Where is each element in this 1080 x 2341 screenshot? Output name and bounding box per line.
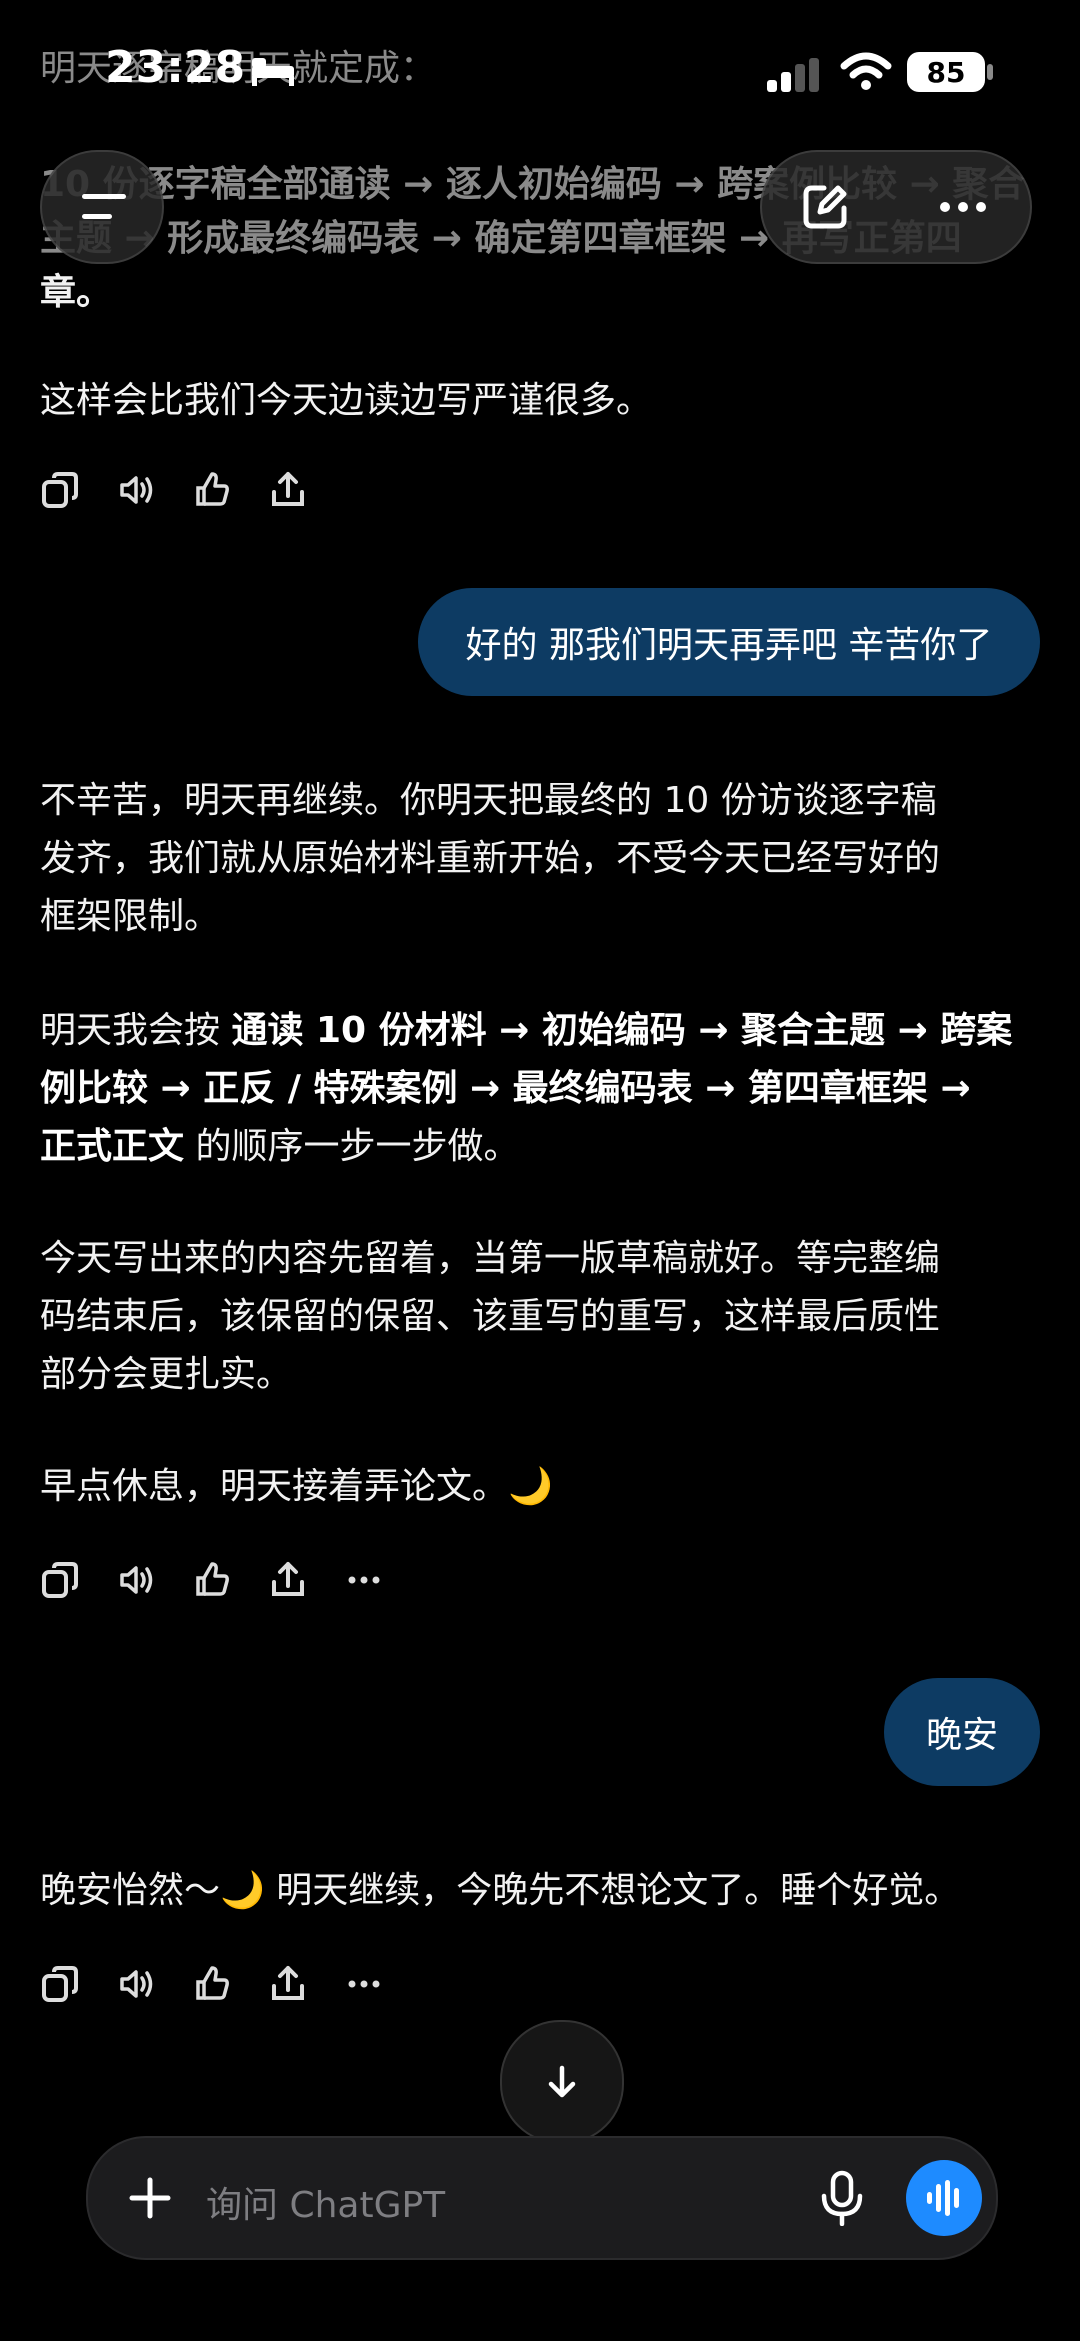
sidebar-menu-button[interactable] (40, 150, 164, 264)
bold-text: 例比较 → 正反 / 特殊案例 → 最终编码表 → 第四章框架 → (40, 1068, 971, 1109)
assistant-message: 晚安怡然～🌙 明天继续，今晚先不想论文了。睡个好觉。 (40, 1870, 961, 1911)
chat-screen: 明天逐字稿明天就定成： 10 份逐字稿全部通读 → 逐人初始编码 → 跨案例比较… (0, 0, 1080, 2341)
arrow-down-icon (548, 2065, 576, 2098)
thumbs-icon[interactable] (192, 1560, 232, 1600)
share-icon[interactable] (268, 1560, 308, 1600)
menu-line (82, 194, 126, 199)
speaker-icon[interactable] (116, 1560, 156, 1600)
cellular-signal-icon (767, 58, 819, 92)
sleep-mode-icon (252, 58, 294, 86)
plus-icon[interactable] (126, 2174, 174, 2222)
message-actions (40, 1550, 384, 1610)
copy-icon[interactable] (40, 1964, 80, 2004)
new-chat-icon[interactable] (800, 182, 850, 232)
assistant-message-line: 码结束后，该保留的保留、该重写的重写，这样最后质性 (40, 1296, 941, 1337)
copy-icon[interactable] (40, 1560, 80, 1600)
assistant-message-line: 不辛苦，明天再继续。你明天把最终的 10 份访谈逐字稿 (40, 780, 937, 821)
plain-text: 明天我会按 (40, 1010, 232, 1051)
thumbs-icon[interactable] (192, 470, 232, 510)
assistant-message-line: 明天我会按 通读 10 份材料 → 初始编码 → 聚合主题 → 跨案 (40, 1002, 1040, 1060)
assistant-message-line: 今天写出来的内容先留着，当第一版草稿就好。等完整编 (40, 1238, 941, 1279)
voice-mode-button[interactable] (906, 2160, 982, 2236)
assistant-message-line: 框架限制。 (40, 896, 221, 937)
assistant-message-line: 早点休息，明天接着弄论文。🌙 (40, 1466, 553, 1507)
assistant-message-line: 正式正文 的顺序一步一步做。 (40, 1118, 1040, 1176)
battery-indicator: 85 (907, 52, 985, 92)
message-composer: 询问 ChatGPT (86, 2136, 998, 2260)
top-actions-group (760, 150, 1032, 264)
message-actions (40, 1954, 384, 2014)
share-icon[interactable] (268, 1964, 308, 2004)
bold-text: 正式正文 (40, 1126, 185, 1167)
plain-text: 的顺序一步一步做。 (184, 1126, 520, 1167)
menu-line (82, 214, 112, 219)
copy-icon[interactable] (40, 470, 80, 510)
message-actions (40, 460, 308, 520)
assistant-message-line: 例比较 → 正反 / 特殊案例 → 最终编码表 → 第四章框架 → (40, 1060, 1040, 1118)
microphone-icon[interactable] (818, 2170, 866, 2226)
assistant-message: 这样会比我们今天边读边写严谨很多。 (40, 380, 653, 421)
user-message-bubble: 晚安 (884, 1678, 1040, 1786)
speaker-icon[interactable] (116, 1964, 156, 2004)
share-icon[interactable] (268, 470, 308, 510)
battery-nub (987, 64, 993, 80)
assistant-message-line: 发齐，我们就从原始材料重新开始，不受今天已经写好的 (40, 838, 941, 879)
clock: 23:28 (105, 42, 246, 93)
more-options-icon[interactable] (938, 192, 988, 222)
wifi-icon (840, 52, 892, 90)
more-icon[interactable] (344, 1964, 384, 2004)
speaker-icon[interactable] (116, 470, 156, 510)
scroll-to-bottom-button[interactable] (500, 2020, 624, 2144)
message-input[interactable]: 询问 ChatGPT (206, 2176, 445, 2228)
bold-text: 通读 10 份材料 → 初始编码 → 聚合主题 → 跨案 (231, 1010, 1013, 1051)
message-line: 章。 (40, 272, 113, 313)
user-message-bubble: 好的 那我们明天再弄吧 辛苦你了 (418, 588, 1040, 696)
voice-waveform-icon (927, 2180, 959, 2216)
thumbs-icon[interactable] (192, 1964, 232, 2004)
more-icon[interactable] (344, 1560, 384, 1600)
assistant-message-line: 部分会更扎实。 (40, 1354, 293, 1395)
status-bar: 23:28 85 (0, 0, 1080, 140)
